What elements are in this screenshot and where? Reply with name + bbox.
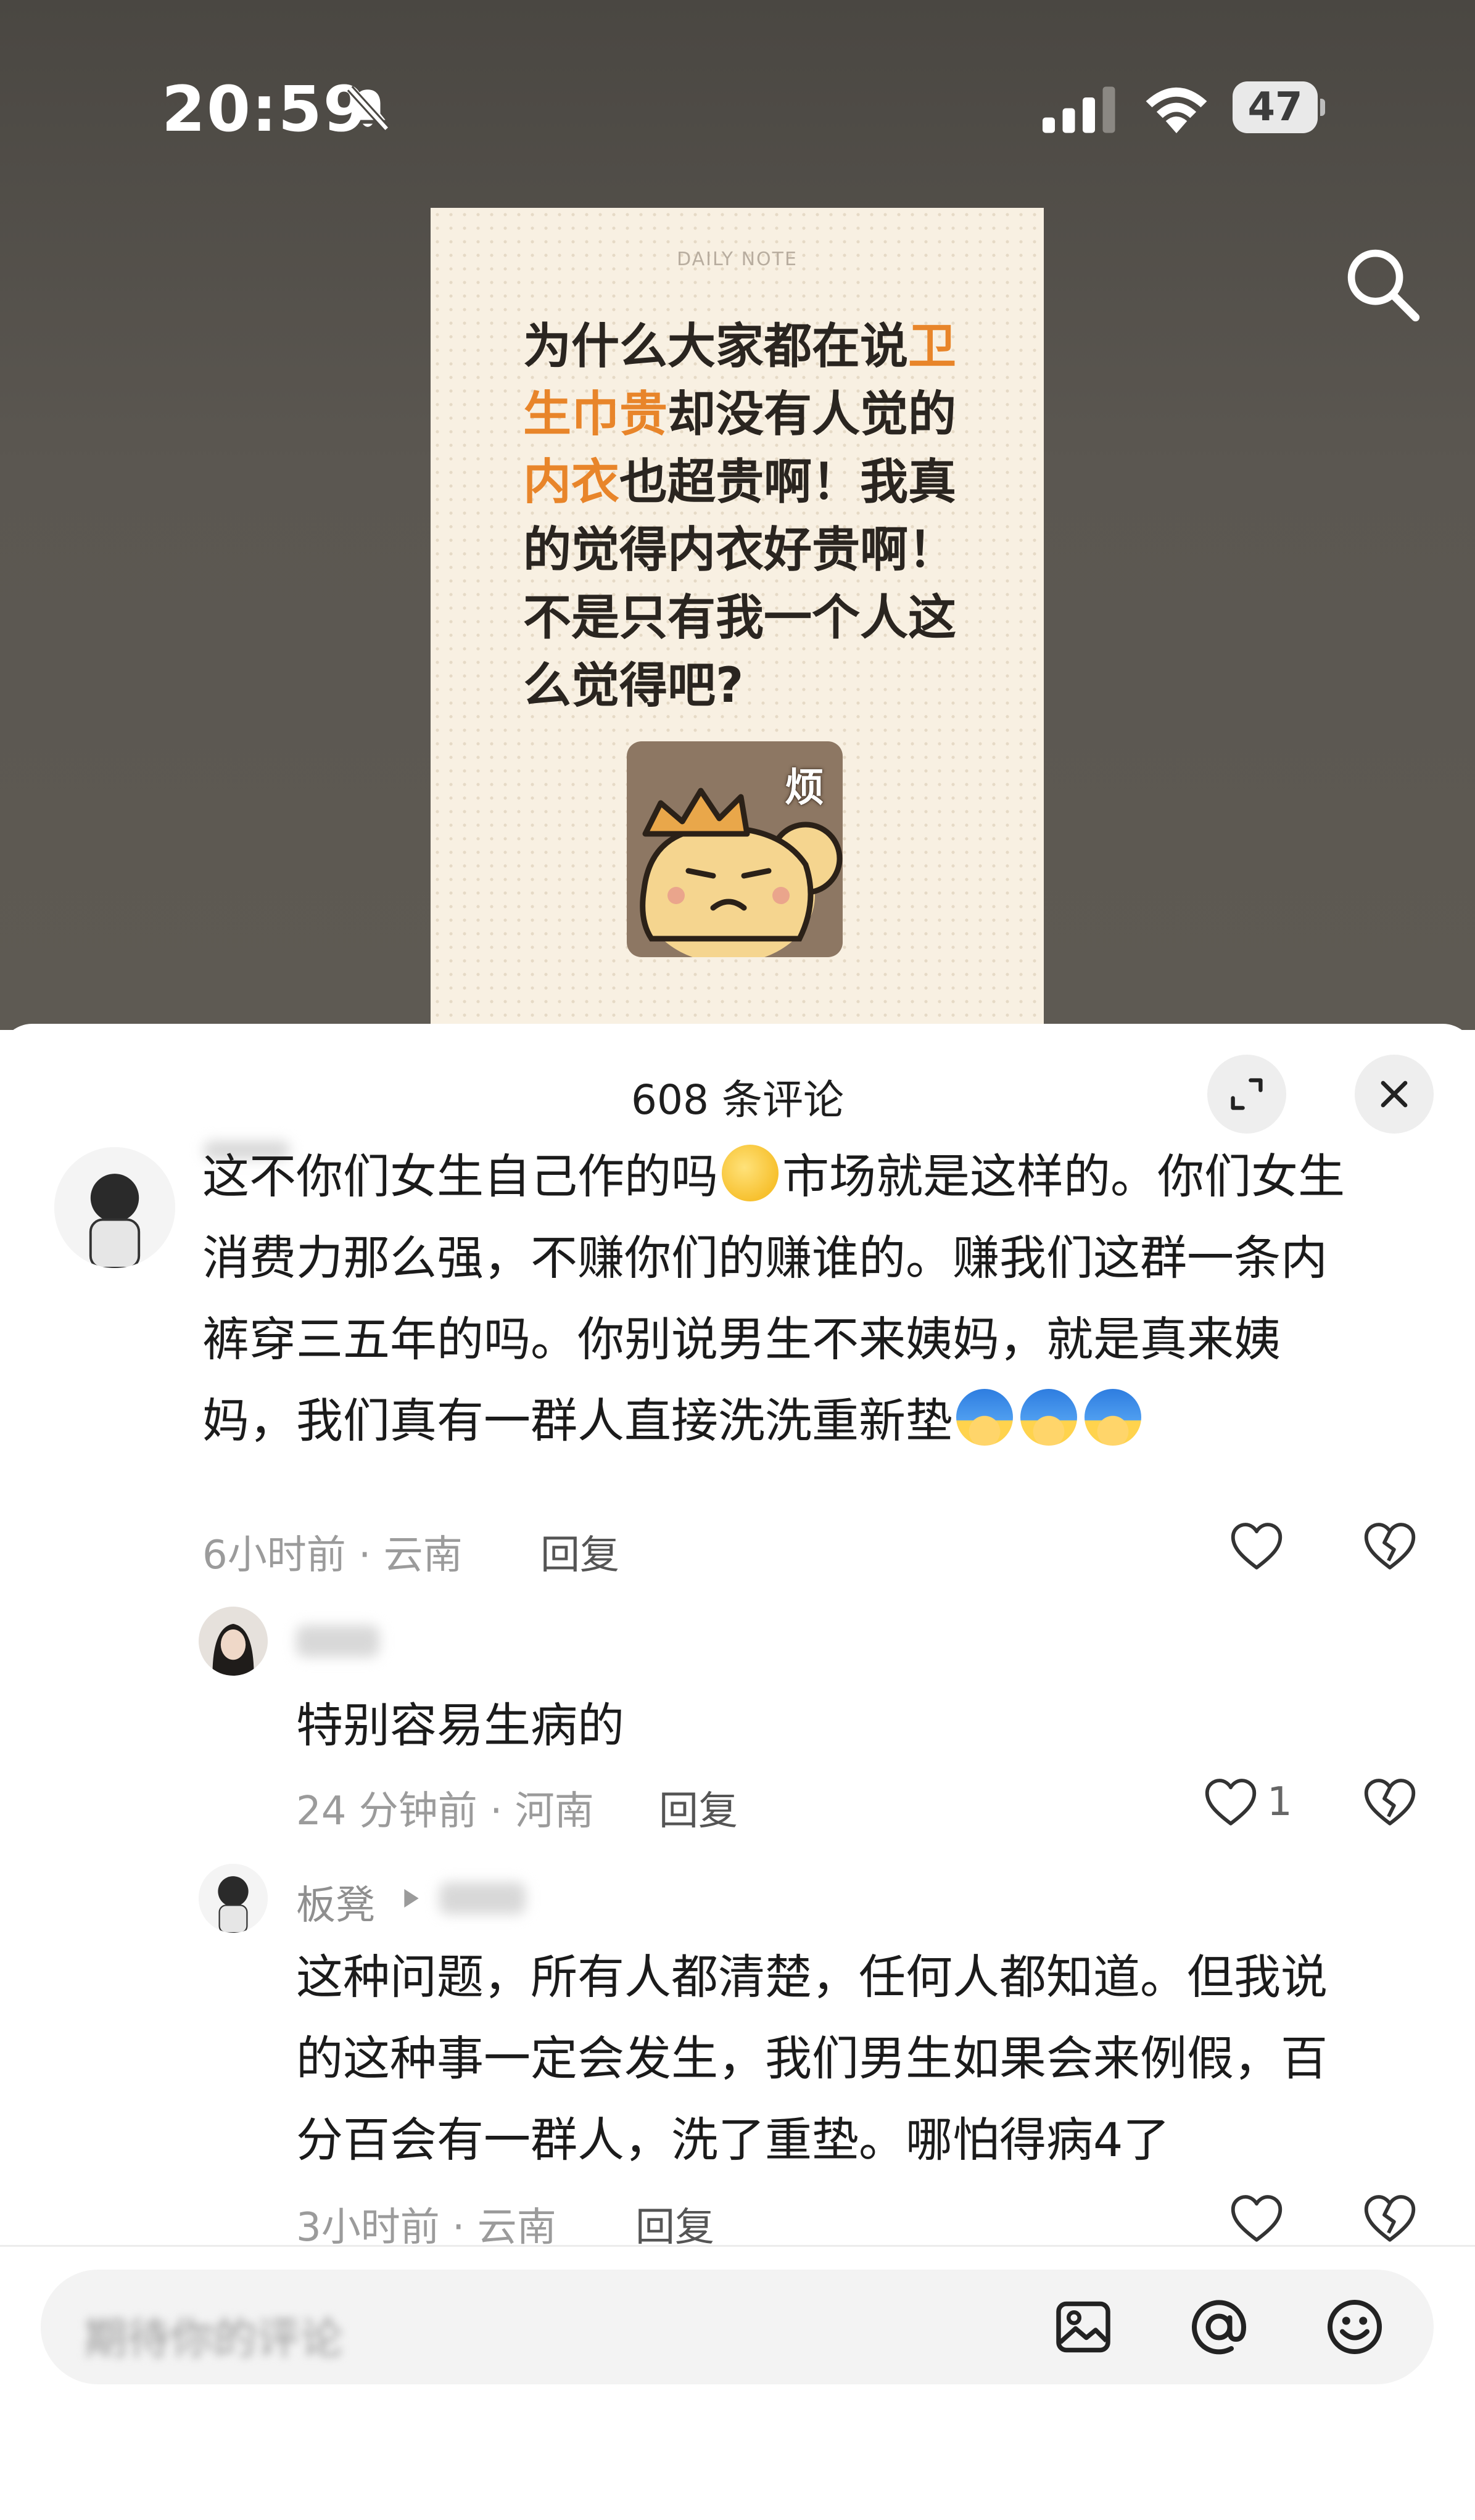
close-icon xyxy=(1381,1081,1408,1108)
comment-item[interactable]: 这不你们女生自己作的吗 市场就是这样的。你们女生 消费力那么强，不赚你们的赚谁的。… xyxy=(0,1141,1475,1448)
cold-face-emoji-icon xyxy=(1020,1389,1077,1446)
comment-text: 这种问题，所有人都清楚，任何人都知道。但我说 的这种事一定会发生，我们男生如果会… xyxy=(296,1950,1328,2167)
wifi-icon xyxy=(1146,87,1207,133)
note-plain-text: 也超贵啊！我真 xyxy=(619,455,957,510)
note-line: 不是只有我一个人这 xyxy=(523,584,967,652)
reply-button[interactable]: 回复 xyxy=(635,2196,714,2252)
comment-text: 这不你们女生自己作的吗 市场就是这样的。你们女生 消费力那么强，不赚你们的赚谁的。… xyxy=(202,1136,1436,1462)
thinking-emoji-icon xyxy=(722,1145,779,1201)
avatar[interactable] xyxy=(199,1864,268,1933)
avatar[interactable] xyxy=(54,1147,175,1268)
note-line: 内衣也超贵啊！我真 xyxy=(523,448,967,516)
note-line: 么觉得吧? xyxy=(523,652,967,720)
reply-button[interactable]: 回复 xyxy=(659,1779,738,1836)
reply-to-username-blurred[interactable] xyxy=(439,1882,526,1914)
close-button[interactable] xyxy=(1355,1055,1434,1134)
battery-level: 47 xyxy=(1233,81,1318,133)
like-heart-icon[interactable] xyxy=(1229,1519,1284,1575)
signal-icon xyxy=(1043,86,1115,133)
note-text: 为什么大家都在说卫 生巾贵却没有人觉的 内衣也超贵啊！我真 的觉得内衣好贵啊！ 不是只有… xyxy=(523,313,967,720)
note-label: DAILY NOTE xyxy=(677,249,798,270)
reply-button[interactable]: 回复 xyxy=(540,1523,619,1580)
note-line: 生巾贵却没有人觉的 xyxy=(523,381,967,448)
reply-arrow-icon xyxy=(404,1889,419,1908)
dislike-heart-icon[interactable] xyxy=(1362,1519,1418,1575)
avatar[interactable] xyxy=(199,1607,268,1676)
expand-button[interactable] xyxy=(1207,1055,1286,1134)
sticker-word: 烦 xyxy=(785,765,824,811)
bear-sticker: 烦 xyxy=(627,741,843,957)
note-highlight-text: 生巾贵 xyxy=(523,387,668,442)
like-heart-icon[interactable] xyxy=(1203,1775,1258,1830)
battery-icon: 47 xyxy=(1233,81,1325,133)
comment-text: 特别容易生病的 xyxy=(296,1698,624,1753)
note-line: 的觉得内衣好贵啊！ xyxy=(523,516,967,584)
status-time: 20:59 xyxy=(162,73,368,146)
comment-meta: 6小时前 · 云南 xyxy=(202,1533,463,1578)
image-icon[interactable] xyxy=(1052,2296,1114,2358)
note-highlight-text: 卫 xyxy=(908,319,957,374)
note-line: 为什么大家都在说卫 xyxy=(523,313,967,381)
note-plain-text: 为什么大家都在说 xyxy=(523,319,909,374)
comment-input[interactable]: 期待你的评论 xyxy=(41,2270,1434,2384)
note-highlight-text: 内衣 xyxy=(523,455,620,510)
emoji-icon[interactable] xyxy=(1324,2296,1386,2358)
comment-input-placeholder: 期待你的评论 xyxy=(84,2313,343,2364)
like-heart-icon[interactable] xyxy=(1229,2191,1284,2247)
like-count: 1 xyxy=(1267,1779,1292,1825)
note-plain-text: 么觉得吧? xyxy=(523,658,744,714)
note-plain-text: 的觉得内衣好贵啊！ xyxy=(523,522,957,578)
note-image[interactable]: DAILY NOTE 为什么大家都在说卫 生巾贵却没有人觉的 内衣也超贵啊！我真 的觉… xyxy=(431,208,1044,1030)
username-blurred[interactable] xyxy=(296,1625,379,1657)
cold-face-emoji-icon xyxy=(1085,1389,1141,1446)
input-divider xyxy=(0,2245,1475,2247)
at-icon[interactable] xyxy=(1188,2296,1250,2358)
search-icon[interactable] xyxy=(1342,244,1422,324)
comment-author[interactable]: 板凳 xyxy=(296,1874,375,1930)
bell-off-icon xyxy=(347,86,390,131)
expand-icon xyxy=(1231,1078,1263,1110)
note-plain-text: 却没有人觉的 xyxy=(667,387,957,442)
dislike-heart-icon[interactable] xyxy=(1362,2191,1418,2247)
post-media-area: 20:59 47 DAILY NOTE 为什么大家都在说卫 生巾贵却没有人觉的 内衣… xyxy=(0,0,1475,1030)
cold-face-emoji-icon xyxy=(956,1389,1013,1446)
comment-meta: 24 分钟前 · 河南 xyxy=(296,1789,594,1834)
comment-meta: 3小时前 · 云南 xyxy=(296,2205,556,2250)
note-plain-text: 不是只有我一个人这 xyxy=(523,590,957,646)
dislike-heart-icon[interactable] xyxy=(1362,1775,1418,1830)
